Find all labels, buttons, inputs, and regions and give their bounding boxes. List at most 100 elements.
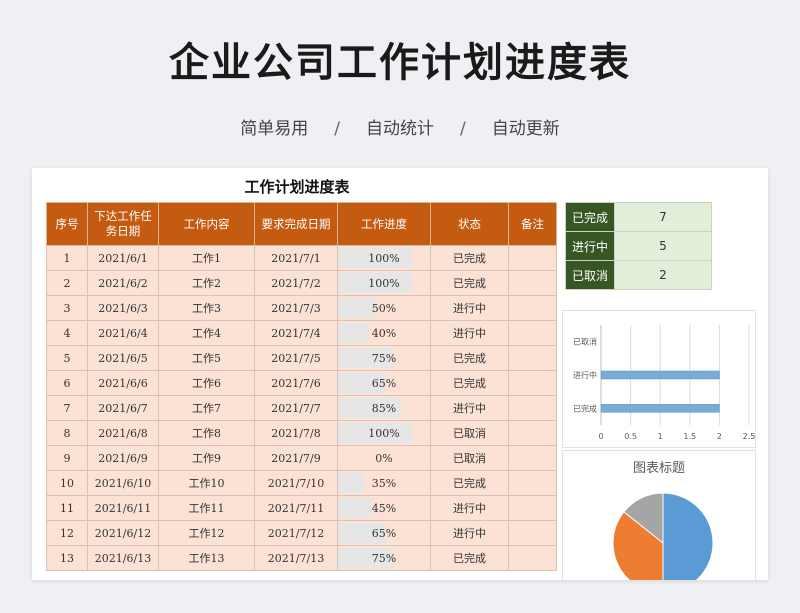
cell-progress[interactable]: 50% xyxy=(337,295,431,321)
cell-note[interactable] xyxy=(508,445,557,471)
cell-status[interactable]: 已完成 xyxy=(430,370,509,396)
summary-value-cell[interactable]: 2 xyxy=(614,260,712,290)
cell-no[interactable]: 3 xyxy=(46,295,88,321)
cell-task[interactable]: 工作3 xyxy=(158,295,255,321)
cell-start-date[interactable]: 2021/6/13 xyxy=(87,545,159,571)
cell-no[interactable]: 1 xyxy=(46,245,88,271)
cell-due-date[interactable]: 2021/7/3 xyxy=(254,295,338,321)
cell-task[interactable]: 工作7 xyxy=(158,395,255,421)
cell-start-date[interactable]: 2021/6/11 xyxy=(87,495,159,521)
cell-note[interactable] xyxy=(508,470,557,496)
col-header-status[interactable]: 状态 xyxy=(430,202,509,246)
col-header-task[interactable]: 工作内容 xyxy=(158,202,255,246)
cell-due-date[interactable]: 2021/7/12 xyxy=(254,520,338,546)
cell-note[interactable] xyxy=(508,270,557,296)
cell-task[interactable]: 工作8 xyxy=(158,420,255,446)
cell-task[interactable]: 工作11 xyxy=(158,495,255,521)
col-header-note[interactable]: 备注 xyxy=(508,202,557,246)
summary-value-cell[interactable]: 7 xyxy=(614,202,712,232)
cell-task[interactable]: 工作6 xyxy=(158,370,255,396)
cell-start-date[interactable]: 2021/6/7 xyxy=(87,395,159,421)
status-pie-chart[interactable]: 图表标题 xyxy=(562,450,756,580)
cell-progress[interactable]: 65% xyxy=(337,370,431,396)
cell-due-date[interactable]: 2021/7/8 xyxy=(254,420,338,446)
cell-note[interactable] xyxy=(508,420,557,446)
cell-note[interactable] xyxy=(508,295,557,321)
cell-progress[interactable]: 85% xyxy=(337,395,431,421)
summary-label-cell[interactable]: 已完成 xyxy=(565,202,615,232)
cell-start-date[interactable]: 2021/6/4 xyxy=(87,320,159,346)
cell-note[interactable] xyxy=(508,395,557,421)
col-header-due-date[interactable]: 要求完成日期 xyxy=(254,202,338,246)
cell-progress[interactable]: 75% xyxy=(337,345,431,371)
cell-due-date[interactable]: 2021/7/4 xyxy=(254,320,338,346)
cell-progress[interactable]: 75% xyxy=(337,545,431,571)
cell-note[interactable] xyxy=(508,520,557,546)
cell-no[interactable]: 4 xyxy=(46,320,88,346)
status-bar-chart[interactable]: 0 0.5 1 1.5 2 2.5 已完成 进行中 已取消 xyxy=(562,310,756,448)
col-header-progress[interactable]: 工作进度 xyxy=(337,202,431,246)
cell-start-date[interactable]: 2021/6/6 xyxy=(87,370,159,396)
cell-no[interactable]: 7 xyxy=(46,395,88,421)
cell-note[interactable] xyxy=(508,495,557,521)
cell-due-date[interactable]: 2021/7/6 xyxy=(254,370,338,396)
cell-task[interactable]: 工作4 xyxy=(158,320,255,346)
cell-status[interactable]: 已完成 xyxy=(430,270,509,296)
cell-progress[interactable]: 100% xyxy=(337,420,431,446)
cell-status[interactable]: 已完成 xyxy=(430,470,509,496)
cell-progress[interactable]: 35% xyxy=(337,470,431,496)
cell-due-date[interactable]: 2021/7/5 xyxy=(254,345,338,371)
col-header-start-date[interactable]: 下达工作任务日期 xyxy=(87,202,159,246)
cell-task[interactable]: 工作10 xyxy=(158,470,255,496)
cell-note[interactable] xyxy=(508,345,557,371)
cell-note[interactable] xyxy=(508,320,557,346)
cell-status[interactable]: 已完成 xyxy=(430,245,509,271)
cell-due-date[interactable]: 2021/7/11 xyxy=(254,495,338,521)
cell-no[interactable]: 2 xyxy=(46,270,88,296)
cell-task[interactable]: 工作13 xyxy=(158,545,255,571)
cell-status[interactable]: 进行中 xyxy=(430,495,509,521)
cell-due-date[interactable]: 2021/7/9 xyxy=(254,445,338,471)
cell-task[interactable]: 工作5 xyxy=(158,345,255,371)
cell-start-date[interactable]: 2021/6/1 xyxy=(87,245,159,271)
cell-no[interactable]: 13 xyxy=(46,545,88,571)
cell-due-date[interactable]: 2021/7/7 xyxy=(254,395,338,421)
cell-no[interactable]: 11 xyxy=(46,495,88,521)
cell-status[interactable]: 进行中 xyxy=(430,395,509,421)
cell-no[interactable]: 6 xyxy=(46,370,88,396)
summary-value-cell[interactable]: 5 xyxy=(614,231,712,261)
cell-status[interactable]: 已取消 xyxy=(430,420,509,446)
cell-note[interactable] xyxy=(508,245,557,271)
cell-start-date[interactable]: 2021/6/12 xyxy=(87,520,159,546)
cell-note[interactable] xyxy=(508,370,557,396)
cell-status[interactable]: 进行中 xyxy=(430,320,509,346)
cell-start-date[interactable]: 2021/6/10 xyxy=(87,470,159,496)
cell-start-date[interactable]: 2021/6/2 xyxy=(87,270,159,296)
cell-no[interactable]: 10 xyxy=(46,470,88,496)
cell-note[interactable] xyxy=(508,545,557,571)
cell-due-date[interactable]: 2021/7/10 xyxy=(254,470,338,496)
cell-progress[interactable]: 100% xyxy=(337,245,431,271)
cell-no[interactable]: 12 xyxy=(46,520,88,546)
cell-status[interactable]: 已完成 xyxy=(430,545,509,571)
cell-status[interactable]: 已取消 xyxy=(430,445,509,471)
summary-label-cell[interactable]: 进行中 xyxy=(565,231,615,261)
cell-no[interactable]: 8 xyxy=(46,420,88,446)
cell-start-date[interactable]: 2021/6/3 xyxy=(87,295,159,321)
cell-no[interactable]: 5 xyxy=(46,345,88,371)
cell-start-date[interactable]: 2021/6/5 xyxy=(87,345,159,371)
cell-progress[interactable]: 0% xyxy=(337,445,431,471)
cell-task[interactable]: 工作1 xyxy=(158,245,255,271)
cell-progress[interactable]: 100% xyxy=(337,270,431,296)
cell-status[interactable]: 进行中 xyxy=(430,520,509,546)
cell-status[interactable]: 已完成 xyxy=(430,345,509,371)
col-header-no[interactable]: 序号 xyxy=(46,202,88,246)
cell-start-date[interactable]: 2021/6/9 xyxy=(87,445,159,471)
cell-due-date[interactable]: 2021/7/2 xyxy=(254,270,338,296)
cell-progress[interactable]: 40% xyxy=(337,320,431,346)
cell-progress[interactable]: 65% xyxy=(337,520,431,546)
cell-start-date[interactable]: 2021/6/8 xyxy=(87,420,159,446)
cell-due-date[interactable]: 2021/7/1 xyxy=(254,245,338,271)
cell-due-date[interactable]: 2021/7/13 xyxy=(254,545,338,571)
cell-task[interactable]: 工作2 xyxy=(158,270,255,296)
